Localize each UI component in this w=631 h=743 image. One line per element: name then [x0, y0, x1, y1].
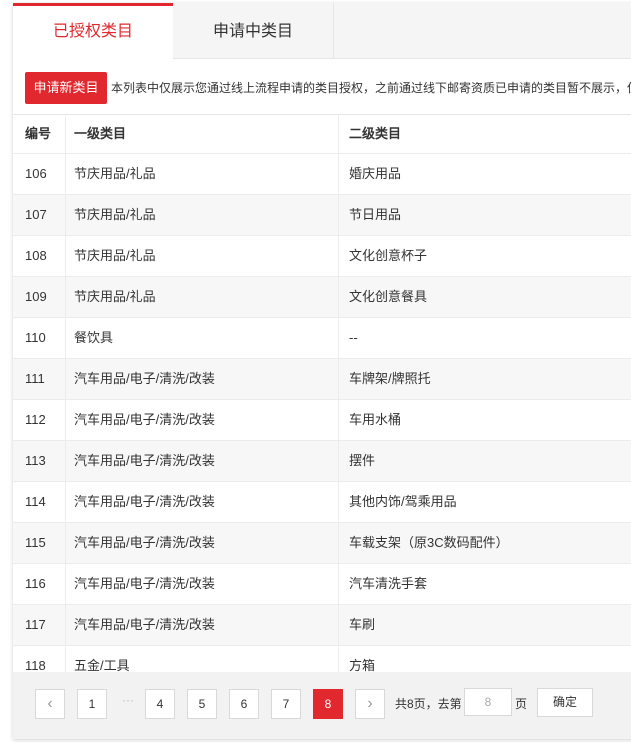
chevron-left-icon: ‹ — [47, 695, 53, 712]
cell-level1: 汽车用品/电子/清洗/改装 — [65, 605, 338, 645]
page-button-6[interactable]: 6 — [229, 689, 259, 719]
page-button-7[interactable]: 7 — [271, 689, 301, 719]
cell-level1: 节庆用品/礼品 — [65, 236, 338, 276]
table-row: 112 汽车用品/电子/清洗/改装 车用水桶 — [13, 400, 631, 441]
cell-level1: 节庆用品/礼品 — [65, 195, 338, 235]
page-button-8[interactable]: 8 — [313, 689, 343, 719]
cell-num: 107 — [25, 207, 47, 222]
category-table: 编号 一级类目 二级类目 106 节庆用品/礼品 婚庆用品 107 节庆用品/礼品 节日用… — [13, 114, 631, 687]
table-row: 107 节庆用品/礼品 节日用品 — [13, 195, 631, 236]
page-unit-label: 页 — [515, 697, 528, 711]
chevron-right-icon: › — [367, 695, 373, 712]
page-ellipsis: ··· — [122, 693, 134, 707]
cell-level1: 汽车用品/电子/清洗/改装 — [65, 441, 338, 481]
next-page-button[interactable]: › — [355, 689, 385, 719]
cell-level2: 摆件 — [338, 441, 631, 481]
cell-level2: 文化创意杯子 — [338, 236, 631, 276]
page-button-1[interactable]: 1 — [77, 689, 107, 719]
table-row: 117 汽车用品/电子/清洗/改装 车刷 — [13, 605, 631, 646]
table-row: 113 汽车用品/电子/清洗/改装 摆件 — [13, 441, 631, 482]
header-num: 编号 — [25, 126, 52, 141]
cell-level1: 汽车用品/电子/清洗/改装 — [65, 482, 338, 522]
table-row: 115 汽车用品/电子/清洗/改装 车载支架（原3C数码配件） — [13, 523, 631, 564]
table-row: 111 汽车用品/电子/清洗/改装 车牌架/牌照托 — [13, 359, 631, 400]
toolbar: 申请新类目 本列表中仅展示您通过线上流程申请的类目授权，之前通过线下邮寄资质已申… — [13, 59, 631, 114]
prev-page-button[interactable]: ‹ — [35, 689, 65, 719]
cell-level2: 文化创意餐具 — [338, 277, 631, 317]
header-level2: 二级类目 — [338, 115, 631, 153]
cell-level2: 汽车清洗手套 — [338, 564, 631, 604]
cell-level1: 汽车用品/电子/清洗/改装 — [65, 400, 338, 440]
cell-num: 114 — [25, 494, 46, 509]
page-button-5[interactable]: 5 — [187, 689, 217, 719]
cell-level2: 车载支架（原3C数码配件） — [338, 523, 631, 563]
cell-num: 112 — [25, 412, 46, 427]
tab-pending[interactable]: 申请中类目 — [173, 3, 334, 58]
cell-num: 109 — [25, 289, 47, 304]
table-row: 109 节庆用品/礼品 文化创意餐具 — [13, 277, 631, 318]
cell-level2: 婚庆用品 — [338, 154, 631, 194]
cell-level2: -- — [338, 318, 631, 358]
cell-level1: 汽车用品/电子/清洗/改装 — [65, 523, 338, 563]
confirm-button[interactable]: 确定 — [537, 688, 593, 717]
table-row: 114 汽车用品/电子/清洗/改装 其他内饰/驾乘用品 — [13, 482, 631, 523]
page-button-4[interactable]: 4 — [145, 689, 175, 719]
category-panel: 已授权类目 申请中类目 申请新类目 本列表中仅展示您通过线上流程申请的类目授权，… — [13, 3, 631, 739]
cell-level1: 节庆用品/礼品 — [65, 154, 338, 194]
cell-level1: 汽车用品/电子/清洗/改装 — [65, 359, 338, 399]
cell-num: 110 — [25, 330, 46, 345]
table-row: 106 节庆用品/礼品 婚庆用品 — [13, 154, 631, 195]
cell-num: 113 — [25, 453, 46, 468]
cell-num: 108 — [25, 248, 47, 263]
cell-num: 116 — [25, 576, 46, 591]
tab-authorized[interactable]: 已授权类目 — [13, 3, 173, 59]
apply-category-button[interactable]: 申请新类目 — [25, 72, 107, 104]
cell-level1: 汽车用品/电子/清洗/改装 — [65, 564, 338, 604]
tab-bar: 已授权类目 申请中类目 — [13, 3, 631, 59]
pagination: ‹ 1 ··· 4 5 6 7 8 › 共8页，去第 页 确定 — [13, 672, 631, 739]
cell-num: 115 — [25, 535, 46, 550]
cell-level1: 餐饮具 — [65, 318, 338, 358]
cell-num: 106 — [25, 166, 47, 181]
table-row: 110 餐饮具 -- — [13, 318, 631, 359]
cell-num: 111 — [25, 371, 45, 386]
table-row: 116 汽车用品/电子/清洗/改装 汽车清洗手套 — [13, 564, 631, 605]
cell-level2: 车用水桶 — [338, 400, 631, 440]
goto-page-input[interactable] — [464, 688, 512, 716]
cell-level2: 节日用品 — [338, 195, 631, 235]
notice-text: 本列表中仅展示您通过线上流程申请的类目授权，之前通过线下邮寄资质已申请的类目暂不… — [111, 81, 631, 95]
table-header: 编号 一级类目 二级类目 — [13, 115, 631, 154]
table-row: 108 节庆用品/礼品 文化创意杯子 — [13, 236, 631, 277]
cell-level2: 车牌架/牌照托 — [338, 359, 631, 399]
cell-num: 117 — [25, 617, 46, 632]
total-pages-text: 共8页，去第 — [395, 697, 462, 711]
cell-level2: 车刷 — [338, 605, 631, 645]
cell-level1: 节庆用品/礼品 — [65, 277, 338, 317]
cell-level2: 其他内饰/驾乘用品 — [338, 482, 631, 522]
header-level1: 一级类目 — [65, 115, 338, 153]
